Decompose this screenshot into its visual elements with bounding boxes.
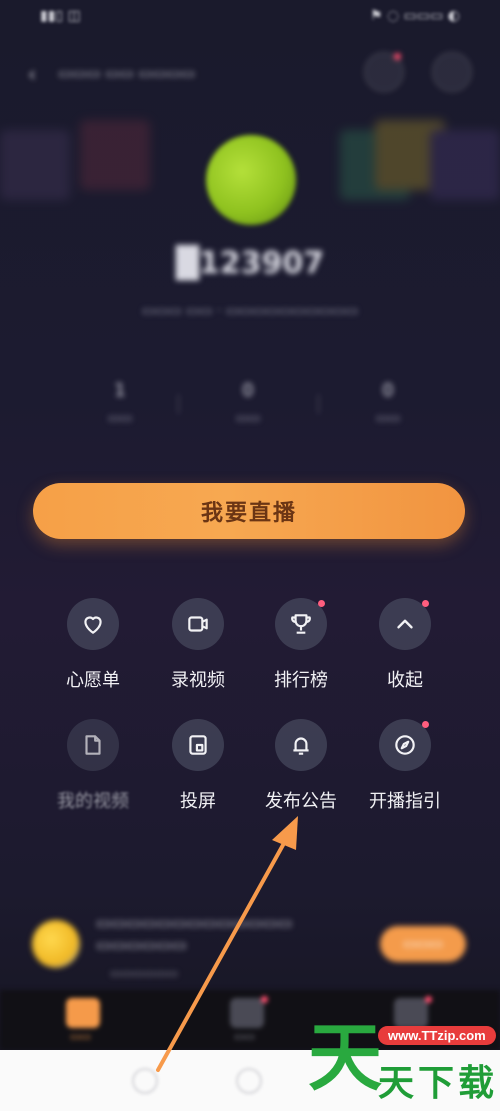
menu-icon-circle [172, 598, 224, 650]
tab-home-icon[interactable] [66, 998, 100, 1028]
stat-item[interactable]: 0 ▭▭ [208, 380, 288, 426]
stat-divider [178, 394, 179, 414]
menu-item-wishlist[interactable]: 心愿单 [48, 598, 138, 708]
stat-item[interactable]: 0 ▭▭ [348, 380, 428, 426]
status-bar: ▮▮▯ ◫ ⚑ ◌ ▭▭▭ ◐ [0, 0, 500, 34]
menu-icon-circle [172, 719, 224, 771]
menu-item-collapse[interactable]: 收起 [360, 598, 450, 708]
video-camera-icon [188, 616, 208, 632]
menu-item-label: 我的视频 [57, 791, 129, 812]
avatar[interactable] [206, 135, 296, 225]
tab-label: ▭▭ [234, 1030, 255, 1043]
promo-icon [32, 920, 80, 968]
notification-dot [394, 53, 401, 60]
notification-dot [425, 996, 432, 1003]
notification-dot [422, 721, 429, 728]
promo-subtext: ▭▭▭▭▭▭ [110, 966, 179, 980]
bell-icon [293, 737, 309, 755]
compass-icon [395, 735, 415, 755]
status-bar-left: ▮▮▯ ◫ [40, 8, 81, 24]
menu-item-cast-screen[interactable]: 投屏 [153, 719, 243, 829]
menu-item-label: 投屏 [180, 791, 216, 812]
watermark-url: www.TTzip.com [378, 1026, 496, 1045]
promo-button[interactable]: ▭▭▭ [380, 926, 466, 962]
menu-item-streaming-guide[interactable]: 开播指引 [360, 719, 450, 829]
username: █123907 [175, 246, 325, 281]
stats-row: 1 ▭▭ 0 ▭▭ 0 ▭▭ [60, 380, 440, 440]
stat-value: 1 [114, 380, 126, 401]
notification-dot [261, 996, 268, 1003]
go-live-button[interactable]: 我要直播 [33, 483, 465, 539]
status-bar-right: ⚑ ◌ ▭▭▭ ◐ [369, 8, 460, 24]
stat-divider [318, 394, 319, 414]
promo-banner[interactable]: ▭▭▭▭▭▭▭▭▭▭▭▭▭ ▭▭▭▭▭▭ ▭▭▭▭▭▭ ▭▭▭ [28, 908, 472, 986]
stat-item[interactable]: 1 ▭▭ [80, 380, 160, 426]
menu-icon-circle [379, 719, 431, 771]
nav-home-icon[interactable] [236, 1068, 262, 1094]
menu-item-label: 收起 [387, 670, 423, 691]
chevron-up-icon [397, 619, 413, 629]
tab-label: ▭▭ [70, 1030, 91, 1043]
promo-text: ▭▭▭▭▭▭▭▭▭▭▭▭▭ ▭▭▭▭▭▭ [96, 913, 293, 954]
menu-item-label: 发布公告 [265, 791, 337, 812]
stat-label: ▭▭ [375, 411, 401, 426]
notification-dot [422, 600, 429, 607]
menu-item-label: 排行榜 [274, 670, 328, 691]
stat-value: 0 [242, 380, 254, 401]
trophy-icon [291, 614, 311, 634]
top-bar: ‹ ▭▭▭ ▭▭ ▭▭▭▭ [0, 48, 500, 100]
document-icon [85, 735, 101, 755]
stat-label: ▭▭ [235, 411, 261, 426]
menu-icon-circle [379, 598, 431, 650]
menu-item-record-video[interactable]: 录视频 [153, 598, 243, 708]
tab-discover-icon[interactable] [230, 996, 268, 1028]
user-info: ▭▭▭ ▭▭ · ▭▭▭▭▭▭▭▭▭▭ [141, 303, 359, 319]
nav-back-icon[interactable] [132, 1068, 158, 1094]
menu-icon-circle [67, 719, 119, 771]
stat-label: ▭▭ [107, 411, 133, 426]
menu-icon-circle [275, 598, 327, 650]
menu-item-label: 录视频 [171, 670, 225, 691]
menu-icon-circle [275, 719, 327, 771]
menu-item-label: 心愿单 [66, 670, 120, 691]
heart-icon [84, 616, 102, 634]
menu-icon-circle [67, 598, 119, 650]
message-icon[interactable] [364, 52, 404, 92]
settings-icon[interactable] [432, 52, 472, 92]
top-bar-title: ▭▭▭ ▭▭ ▭▭▭▭ [58, 64, 196, 82]
menu-item-my-videos[interactable]: 我的视频 [48, 719, 138, 829]
watermark-text: 天下载 [378, 1063, 499, 1104]
watermark-logo: 天 www.TTzip.com 天下载 [300, 1018, 500, 1111]
notification-dot [318, 600, 325, 607]
menu-item-label: 开播指引 [369, 791, 441, 812]
menu-item-leaderboard[interactable]: 排行榜 [256, 598, 346, 708]
back-arrow-icon[interactable]: ‹ [28, 62, 36, 86]
stat-value: 0 [382, 380, 394, 401]
menu-item-post-announcement[interactable]: 发布公告 [256, 719, 346, 829]
watermark-first-char: 天 [308, 1015, 382, 1101]
cast-screen-icon [189, 735, 207, 755]
